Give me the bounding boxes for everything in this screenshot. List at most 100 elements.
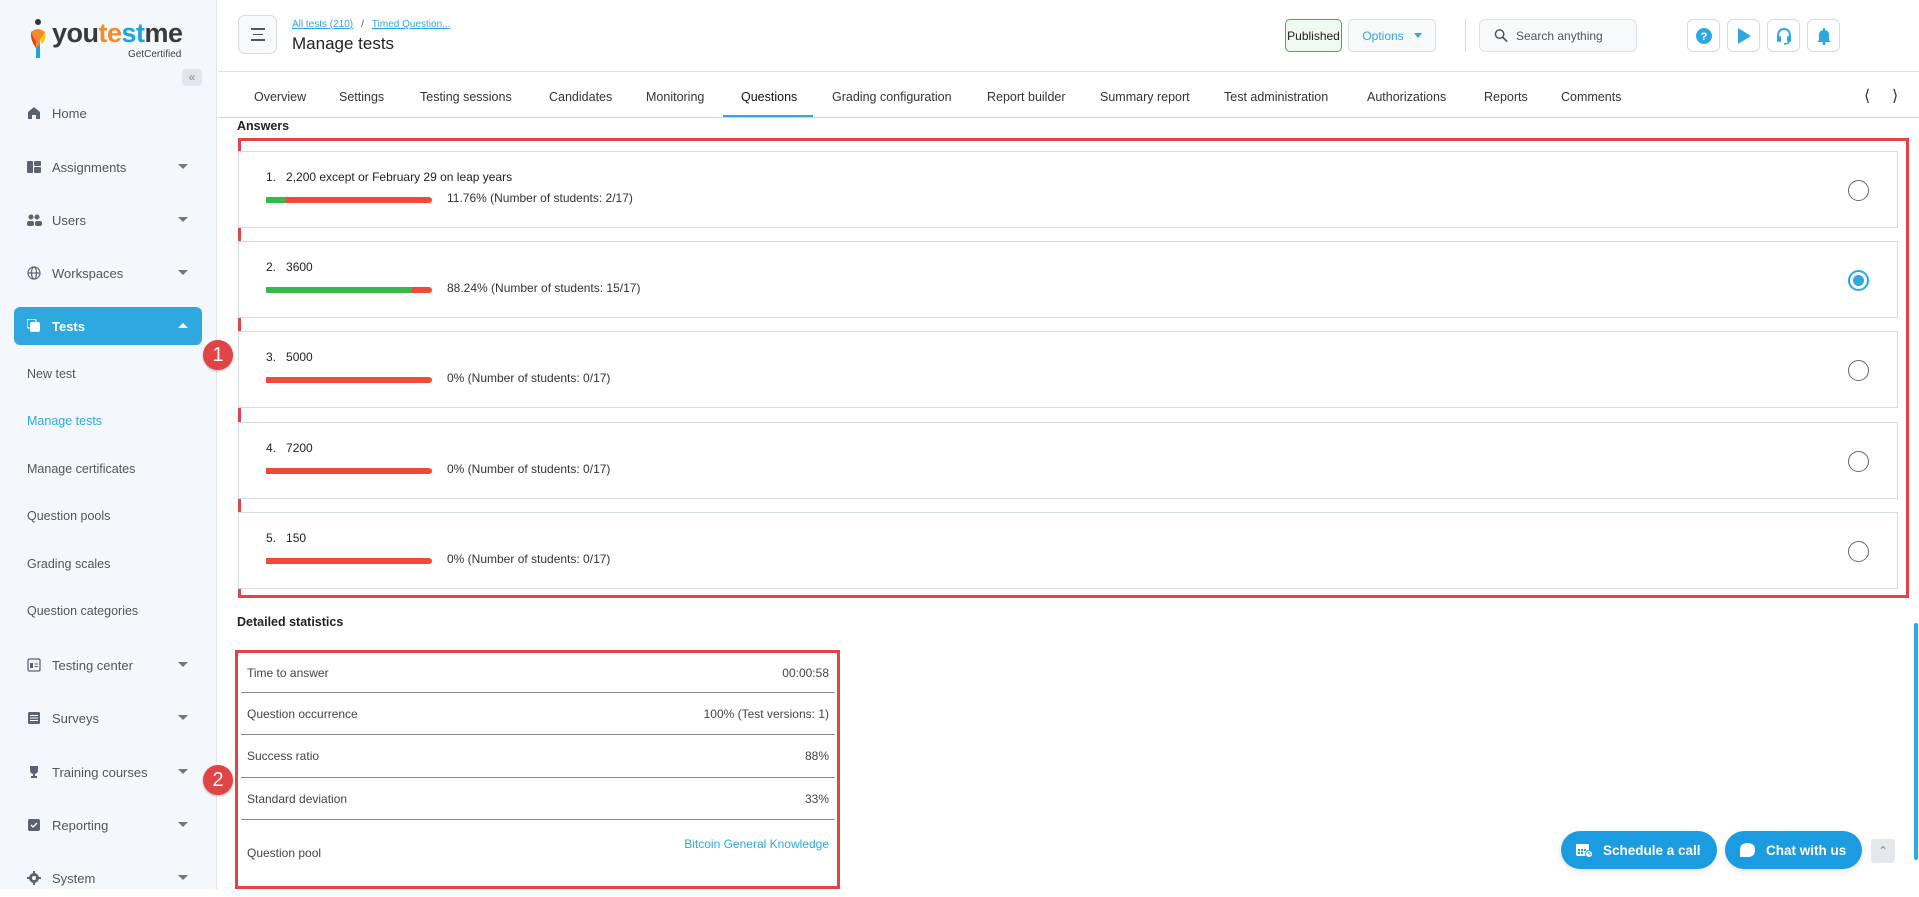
svg-text:?: ? <box>1700 31 1707 43</box>
breadcrumb: All tests (210) / Timed Question... <box>292 19 450 30</box>
answer-option: 4. 7200 0% (Number of students: 0/17) <box>238 422 1898 499</box>
sidebar-subitem-question-categories[interactable]: Question categories <box>27 604 138 618</box>
sidebar-subitem-new-test[interactable]: New test <box>27 367 76 381</box>
correct-answer-radio[interactable] <box>1848 180 1869 201</box>
support-button[interactable] <box>1767 19 1800 52</box>
search-box[interactable] <box>1479 19 1637 52</box>
correct-answer-radio[interactable] <box>1848 541 1869 562</box>
list-icon <box>26 710 42 726</box>
chevron-down-icon <box>178 715 188 720</box>
answer-option: 1. 2,200 except or February 29 on leap ye… <box>238 151 1898 228</box>
gear-icon <box>26 870 42 886</box>
logo[interactable]: youtestme GetCertified <box>28 16 188 62</box>
stat-label: Question occurrence <box>247 706 358 721</box>
sidebar-item-assignments[interactable]: Assignments <box>14 148 202 186</box>
tab-authorizations[interactable]: Authorizations <box>1367 72 1446 118</box>
sidebar-subitem-manage-certificates[interactable]: Manage certificates <box>27 462 135 476</box>
schedule-call-button[interactable]: Schedule a call <box>1561 831 1717 869</box>
chevron-down-icon <box>178 822 188 827</box>
answer-distribution-bar <box>266 558 432 564</box>
chevron-down-icon <box>178 270 188 275</box>
answer-option: 3. 5000 0% (Number of students: 0/17) <box>238 331 1898 408</box>
correct-answer-radio[interactable] <box>1848 451 1869 472</box>
tab-monitoring[interactable]: Monitoring <box>646 72 704 118</box>
annotation-marker-2: 2 <box>203 765 233 795</box>
calendar-clock-icon <box>1576 844 1593 858</box>
active-tab-indicator <box>723 115 813 117</box>
globe-icon <box>26 265 42 281</box>
sidebar-item-reporting[interactable]: Reporting <box>14 806 202 844</box>
tab-summary-report[interactable]: Summary report <box>1100 72 1190 118</box>
play-icon <box>1737 27 1751 44</box>
status-badge-published[interactable]: Published <box>1285 19 1342 52</box>
tabs-scroll-left-icon[interactable]: ⟨ <box>1864 86 1870 106</box>
sidebar-item-tests[interactable]: Tests <box>14 307 202 345</box>
sidebar-item-testing-center[interactable]: Testing center <box>14 646 202 684</box>
collapse-sidebar-button[interactable]: « <box>182 69 202 86</box>
answer-text: 150 <box>286 531 307 545</box>
detailed-statistics-heading: Detailed statistics <box>237 615 344 629</box>
notifications-button[interactable] <box>1807 19 1840 52</box>
answer-text: 2,200 except or February 29 on leap year… <box>286 170 513 184</box>
chat-button[interactable]: Chat with us <box>1725 831 1863 869</box>
sidebar-item-system[interactable]: System <box>14 859 202 897</box>
tab-test-administration[interactable]: Test administration <box>1224 72 1328 118</box>
stat-row-question-pool: Question pool Bitcoin General Knowledge <box>241 820 835 886</box>
tabs-scroll-right-icon[interactable]: ⟩ <box>1892 86 1898 106</box>
chevron-down-icon <box>178 769 188 774</box>
detailed-statistics-table: Time to answer 00:00:58 Question occurre… <box>235 650 840 889</box>
stat-row-question-occurrence: Question occurrence 100% (Test versions:… <box>241 693 835 735</box>
caret-down-icon <box>1413 33 1422 38</box>
answer-stats: 0% (Number of students: 0/17) <box>447 552 611 566</box>
tab-overview[interactable]: Overview <box>254 72 306 118</box>
answer-number: 5. <box>266 531 277 545</box>
sidebar-item-users[interactable]: Users <box>14 201 202 239</box>
sidebar-item-home[interactable]: Home <box>14 94 202 132</box>
question-pool-link[interactable]: Bitcoin General Knowledge <box>684 837 829 851</box>
sidebar-item-surveys[interactable]: Surveys <box>14 699 202 737</box>
sidebar-item-label: Users <box>52 212 86 228</box>
answer-stats: 88.24% (Number of students: 15/17) <box>447 281 641 295</box>
sidebar-item-label: Surveys <box>52 710 99 726</box>
answer-label: 2. 3600 <box>266 260 313 274</box>
breadcrumb-all-tests[interactable]: All tests (210) <box>292 19 353 30</box>
chevron-down-icon <box>178 164 188 169</box>
tab-reports[interactable]: Reports <box>1484 72 1528 118</box>
report-icon <box>26 817 42 833</box>
answer-stats: 0% (Number of students: 0/17) <box>447 462 611 476</box>
page-scrollbar[interactable] <box>1914 623 1918 860</box>
tab-candidates[interactable]: Candidates <box>549 72 612 118</box>
stat-label: Standard deviation <box>247 791 348 806</box>
tab-testing-sessions[interactable]: Testing sessions <box>420 72 512 118</box>
schedule-call-label: Schedule a call <box>1603 842 1701 858</box>
answer-distribution-fill <box>266 287 413 293</box>
double-chevron-left-icon: « <box>188 70 196 84</box>
top-header: All tests (210) / Timed Question... Manage… <box>218 0 1919 72</box>
breadcrumb-current-test[interactable]: Timed Question... <box>372 19 451 30</box>
play-tutorial-button[interactable] <box>1727 19 1760 52</box>
menu-toggle-button[interactable] <box>238 15 277 54</box>
tab-report-builder[interactable]: Report builder <box>987 72 1066 118</box>
search-input[interactable] <box>1516 28 1636 43</box>
answer-label: 4. 7200 <box>266 441 313 455</box>
sidebar-item-workspaces[interactable]: Workspaces <box>14 254 202 292</box>
logo-wordmark: youtestme <box>52 18 183 48</box>
correct-answer-radio[interactable] <box>1848 360 1869 381</box>
tab-questions[interactable]: Questions <box>741 72 797 118</box>
tab-comments[interactable]: Comments <box>1561 72 1621 118</box>
sidebar-subitem-question-pools[interactable]: Question pools <box>27 509 110 523</box>
options-dropdown-button[interactable]: Options <box>1348 19 1436 52</box>
tab-grading-configuration[interactable]: Grading configuration <box>832 72 952 118</box>
sidebar-item-label: Reporting <box>52 817 109 833</box>
tab-settings[interactable]: Settings <box>339 72 384 118</box>
answer-number: 2. <box>266 260 277 274</box>
stat-row-standard-deviation: Standard deviation 33% <box>241 778 835 820</box>
sidebar-item-label: System <box>52 870 96 886</box>
sidebar-subitem-grading-scales[interactable]: Grading scales <box>27 557 110 571</box>
sidebar-item-training-courses[interactable]: Training courses <box>14 753 202 791</box>
scroll-to-top-button[interactable]: ⌃ <box>1871 839 1895 863</box>
answer-distribution-bar <box>266 287 432 293</box>
help-button[interactable]: ? <box>1687 19 1720 52</box>
correct-answer-radio[interactable] <box>1848 270 1869 291</box>
sidebar-subitem-manage-tests[interactable]: Manage tests <box>27 414 102 428</box>
